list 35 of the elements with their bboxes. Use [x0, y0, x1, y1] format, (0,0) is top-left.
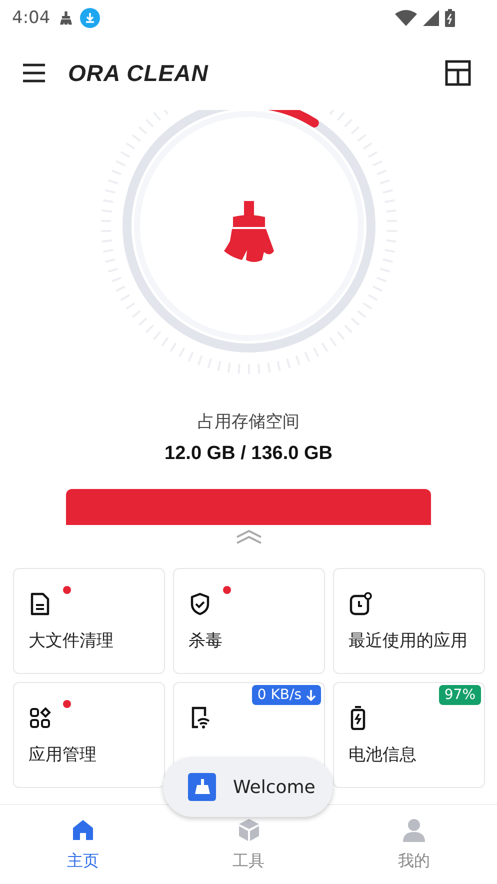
app-icon — [188, 773, 216, 801]
tool-card[interactable]: 杀毒 — [172, 568, 324, 674]
tool-label: 杀毒 — [188, 632, 224, 651]
broom-icon — [224, 201, 274, 262]
tool-label: 电池信息 — [348, 746, 418, 765]
tool-card[interactable]: 电池信息 97% — [332, 682, 484, 788]
tool-label: 应用管理 — [28, 746, 98, 765]
document-icon — [28, 592, 50, 616]
menu-icon[interactable] — [22, 63, 46, 83]
broom-icon — [58, 10, 74, 26]
nav-tab[interactable]: 主页 — [0, 805, 166, 884]
battery-charging-icon — [348, 706, 366, 730]
nav-tab[interactable]: 我的 — [331, 805, 497, 884]
storage-label: 占用存储空间 — [198, 411, 300, 433]
nav-tab[interactable]: 工具 — [166, 805, 332, 884]
tool-label: 大文件清理 — [28, 632, 114, 651]
down-arrow-icon — [306, 689, 316, 701]
layout-icon[interactable] — [445, 60, 471, 86]
download-icon — [80, 8, 100, 28]
wifi-icon — [395, 10, 417, 26]
storage-value: 12.0 GB / 136.0 GB — [164, 443, 332, 465]
clock-icon — [348, 592, 372, 616]
app-logo: ORA CLEAN — [68, 60, 208, 86]
tool-label: 最近使用的应用 — [348, 632, 468, 651]
battery-icon — [445, 9, 455, 27]
tool-card[interactable]: 大文件清理 — [12, 568, 164, 674]
tool-card[interactable]: 应用管理 — [12, 682, 164, 788]
tool-card[interactable]: 最近使用的应用 — [332, 568, 484, 674]
person-icon — [401, 817, 428, 843]
badge-text: 0 KB/s — [257, 687, 302, 703]
apps-icon — [28, 707, 50, 729]
signal-icon — [423, 10, 439, 26]
status-time: 4:04 — [12, 8, 50, 28]
shield-check-icon — [188, 592, 210, 616]
badge-text: 97% — [444, 687, 476, 703]
